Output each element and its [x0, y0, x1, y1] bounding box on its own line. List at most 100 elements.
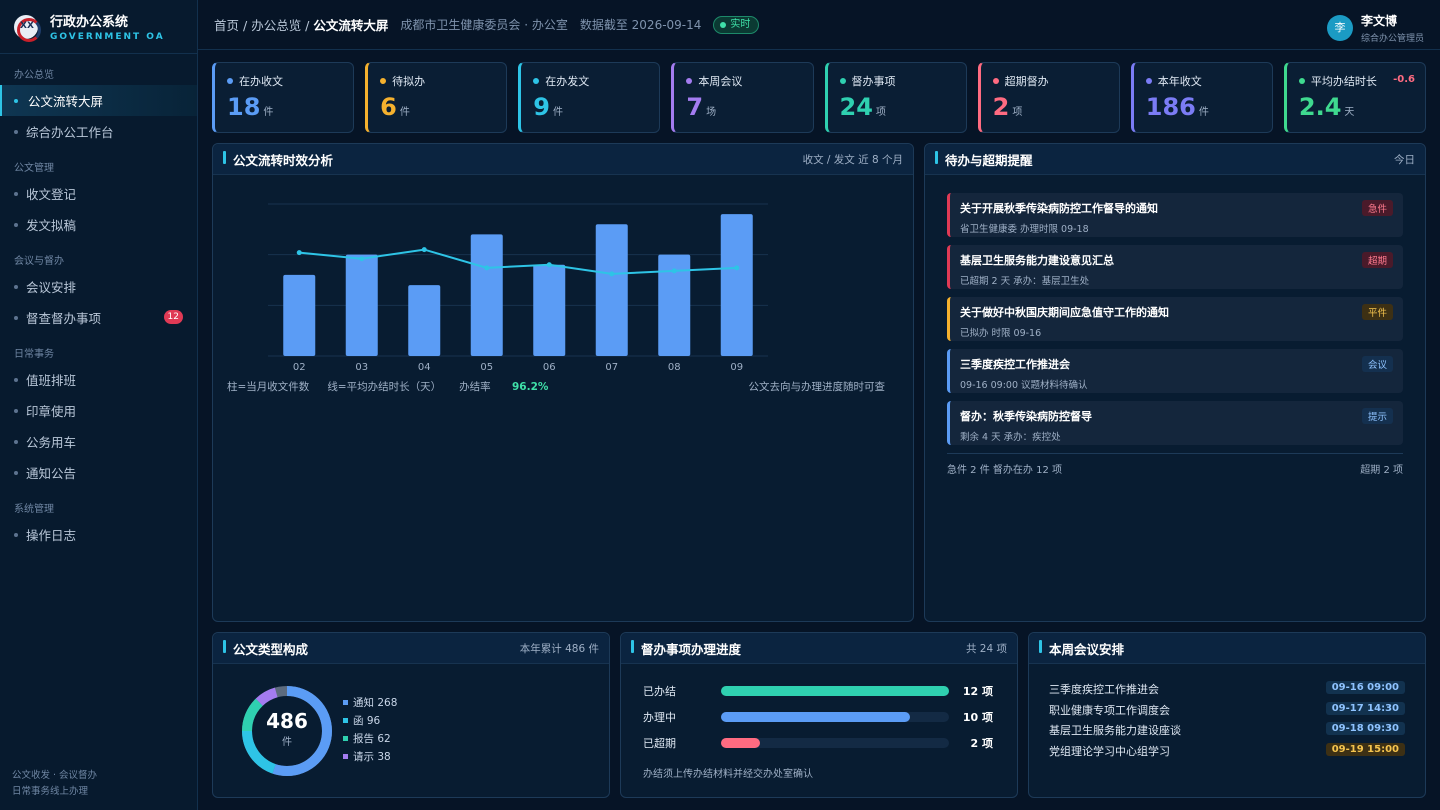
legend-swatch	[343, 753, 348, 759]
panel-filter[interactable]: 收文 / 发文 近 8 个月	[803, 152, 903, 167]
alert-item[interactable]: 关于做好中秋国庆期间应急值守工作的通知 已拟办 时限 09-16 平件	[947, 297, 1403, 341]
legend-item: 请示 38	[343, 747, 397, 765]
app-logo[interactable]: XX 行政办公系统 GOVERNMENT OA	[0, 0, 197, 54]
kpi-card[interactable]: 平均办结时长 2.4 天 -0.6	[1283, 62, 1426, 133]
nav-group-label: 办公总览	[14, 70, 54, 81]
panel-title: 督办事项办理进度	[631, 639, 741, 658]
sidebar-item[interactable]: 印章使用	[0, 395, 197, 426]
user-menu[interactable]: 李 李文博 综合办公管理员	[1326, 12, 1424, 44]
progress-fill	[721, 712, 911, 722]
progress-row[interactable]: 已办结 12 项	[643, 683, 993, 698]
alert-item[interactable]: 关于开展秋季传染病防控工作督导的通知 省卫生健康委 办理时限 09-18 急件	[947, 193, 1403, 237]
kpi-label-text: 平均办结时长	[1310, 75, 1377, 88]
progress-row[interactable]: 已超期 2 项	[643, 735, 993, 750]
sidebar-item-label: 公务用车	[26, 435, 77, 450]
kpi-unit: 项	[875, 107, 886, 118]
kpi-unit: 件	[1198, 107, 1209, 118]
meeting-time: 09-18 09:30	[1325, 722, 1405, 735]
line-point[interactable]	[671, 268, 677, 274]
breadcrumb-current: 公文流转大屏	[313, 18, 389, 33]
bar[interactable]	[720, 214, 753, 356]
bar[interactable]	[408, 285, 441, 356]
app-title: 行政办公系统	[50, 15, 129, 30]
kpi-card[interactable]: 督办事项 24 项	[824, 62, 967, 133]
alert-tag: 提示	[1361, 408, 1393, 424]
legend-label: 通知 268	[353, 696, 398, 709]
kpi-unit: 件	[399, 107, 410, 118]
line-point[interactable]	[609, 271, 615, 277]
bar[interactable]	[595, 224, 628, 356]
panel-title: 公文类型构成	[223, 639, 308, 658]
progress-row[interactable]: 办理中 10 项	[643, 709, 993, 724]
dot-icon	[839, 78, 846, 84]
sidebar-item[interactable]: 发文拟稿	[0, 209, 197, 240]
panel-title: 本周会议安排	[1039, 639, 1124, 658]
meeting-item[interactable]: 三季度疾控工作推进会 09-16 09:00	[1049, 681, 1405, 697]
alert-title: 基层卫生服务能力建设意见汇总	[960, 254, 1114, 267]
donut-total: 486	[266, 709, 308, 733]
bar[interactable]	[470, 234, 503, 356]
sidebar-footer-line: 公文收发 · 会议督办	[12, 770, 98, 781]
sidebar-nav: 办公总览 公文流转大屏 综合办公工作台 公文管理 收文登记 发文拟稿 会议与督办 会议安排 督查…	[0, 54, 197, 550]
bar[interactable]	[345, 254, 378, 356]
sidebar-item[interactable]: 收文登记	[0, 178, 197, 209]
kpi-label-text: 督办事项	[851, 75, 896, 88]
progress-track	[721, 738, 949, 748]
meeting-name: 基层卫生服务能力建设座谈	[1049, 724, 1181, 737]
sidebar-item[interactable]: 操作日志	[0, 519, 197, 550]
alert-item[interactable]: 三季度疾控工作推进会 09-16 09:00 议题材料待确认 会议	[947, 349, 1403, 393]
kpi-label: 本年收文	[1145, 73, 1260, 89]
progress-label: 办理中	[643, 711, 676, 724]
dot-icon	[1145, 78, 1152, 84]
sidebar-item[interactable]: 督查督办事项 12	[0, 302, 197, 333]
meeting-time: 09-17 14:30	[1325, 701, 1405, 715]
sidebar-item-label: 通知公告	[26, 466, 77, 481]
kpi-label-text: 在办发文	[545, 75, 590, 88]
kpi-label-text: 本周会议	[698, 75, 743, 88]
alert-item[interactable]: 督办：秋季传染病防控督导 剩余 4 天 承办：疾控处 提示	[947, 401, 1403, 445]
x-tick-label: 06	[543, 362, 556, 373]
bar[interactable]	[533, 264, 566, 356]
kpi-card[interactable]: 超期督办 2 项	[977, 62, 1120, 133]
line-point[interactable]	[734, 265, 740, 271]
kpi-card[interactable]: 在办发文 9 件	[518, 62, 661, 133]
kpi-value: 24 项	[840, 93, 954, 121]
kpi-unit: 天	[1344, 107, 1355, 118]
meeting-item[interactable]: 职业健康专项工作调度会 09-17 14:30	[1049, 701, 1405, 718]
legend-label: 报告 62	[353, 732, 391, 745]
panel-title: 公文流转时效分析	[223, 150, 333, 169]
avatar[interactable]: 李	[1326, 15, 1353, 41]
line-point[interactable]	[484, 265, 490, 271]
kpi-card[interactable]: 本年收文 186 件	[1130, 62, 1273, 133]
meeting-time: 09-19 15:00	[1325, 742, 1405, 756]
line-point[interactable]	[359, 256, 365, 262]
sidebar-item[interactable]: 会议安排	[0, 271, 197, 302]
sidebar-item[interactable]: 值班排班	[0, 364, 197, 395]
alert-subtitle: 已超期 2 天 承办：基层卫生处	[960, 276, 1090, 287]
progress-value: 12 项	[962, 685, 993, 698]
sidebar-item[interactable]: 综合办公工作台	[0, 116, 197, 147]
breadcrumb-section[interactable]: 办公总览	[251, 18, 301, 33]
line-point[interactable]	[546, 262, 552, 268]
kpi-card[interactable]: 在办收文 18 件	[212, 62, 355, 133]
panel-date: 今日	[1394, 153, 1415, 166]
kpi-card[interactable]: 待拟办 6 件	[365, 62, 508, 133]
kpi-card[interactable]: 本周会议 7 场	[671, 62, 814, 133]
breadcrumb-home[interactable]: 首页	[214, 18, 239, 33]
line-point[interactable]	[296, 250, 302, 256]
alert-subtitle: 已拟办 时限 09-16	[960, 328, 1042, 339]
meeting-item[interactable]: 基层卫生服务能力建设座谈 09-18 09:30	[1049, 722, 1405, 738]
sidebar-item[interactable]: 公文流转大屏	[0, 85, 197, 116]
sidebar-item[interactable]: 通知公告	[0, 457, 197, 488]
bar[interactable]	[283, 274, 316, 356]
org-name: 成都市卫生健康委员会 · 办公室	[400, 18, 568, 32]
line-point[interactable]	[421, 247, 427, 253]
alerts-footer: 急件 2 件 督办在办 12 项 超期 2 项	[947, 461, 1403, 476]
nav-group-label: 会议与督办	[14, 256, 64, 267]
sidebar-item[interactable]: 公务用车	[0, 426, 197, 457]
legend-swatch	[343, 717, 348, 723]
legend-bar: 柱=当月收文件数	[227, 381, 310, 393]
alert-item[interactable]: 基层卫生服务能力建设意见汇总 已超期 2 天 承办：基层卫生处 超期	[947, 245, 1403, 289]
user-role: 综合办公管理员	[1360, 34, 1424, 44]
meeting-item[interactable]: 党组理论学习中心组学习 09-19 15:00	[1049, 742, 1405, 759]
